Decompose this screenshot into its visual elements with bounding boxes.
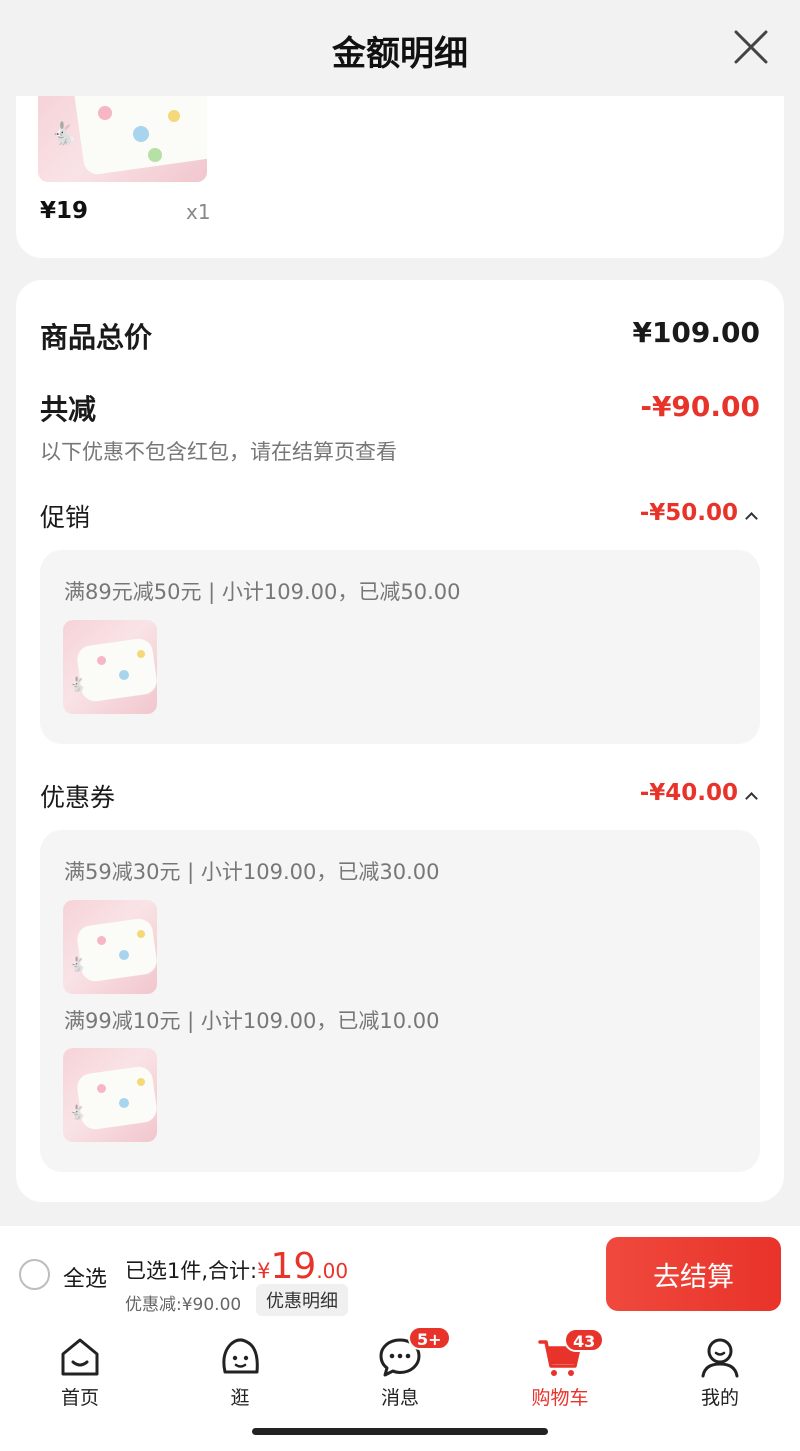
tab-label: 购物车: [531, 1387, 589, 1409]
total-integer: 19: [270, 1246, 317, 1287]
promotion-label: 促销: [40, 503, 91, 532]
rabbit-icon: 🐇: [69, 957, 87, 973]
tab-home[interactable]: 首页: [0, 1322, 160, 1422]
tab-cart[interactable]: 43 购物车: [480, 1322, 640, 1422]
item-quantity: x1: [186, 200, 211, 224]
coupon-toggle[interactable]: -¥40.00: [639, 780, 758, 806]
tab-label: 消息: [380, 1387, 419, 1409]
checkout-bar: 全选 已选1件,合计:¥19.00 优惠减:¥90.00 优惠明细 去结算: [0, 1226, 800, 1322]
reduce-value: -¥90.00: [640, 390, 760, 423]
select-all-label[interactable]: 全选: [63, 1261, 107, 1293]
promotion-rule: 满89元减50元 | 小计109.00，已减50.00: [64, 580, 461, 604]
page-title: 金额明细: [332, 34, 468, 74]
promotion-value: -¥50.00: [639, 500, 738, 526]
home-indicator: [252, 1428, 548, 1435]
total-summary: 已选1件,合计:¥19.00: [125, 1246, 348, 1287]
close-icon[interactable]: [732, 28, 770, 66]
tab-label: 逛: [230, 1387, 250, 1409]
header: 金额明细: [0, 0, 800, 96]
chevron-up-icon: [745, 792, 758, 805]
promotion-toggle[interactable]: -¥50.00: [639, 500, 758, 526]
message-badge: 5+: [408, 1326, 451, 1350]
tab-messages[interactable]: 5+ 消息: [320, 1322, 480, 1422]
promotion-box: 满89元减50元 | 小计109.00，已减50.00 🐇: [40, 550, 760, 744]
tab-profile[interactable]: 我的: [640, 1322, 800, 1422]
coupon-label: 优惠券: [40, 783, 116, 812]
rabbit-icon: 🐇: [69, 1105, 87, 1121]
browse-icon: [222, 1338, 259, 1374]
product-thumbnail[interactable]: 🐇: [63, 620, 157, 714]
coupon-rule: 满99减10元 | 小计109.00，已减10.00: [64, 1009, 440, 1033]
profile-icon: [701, 1338, 739, 1378]
currency-symbol: ¥: [257, 1259, 271, 1283]
rabbit-icon: 🐇: [50, 122, 78, 147]
total-label: 商品总价: [40, 321, 153, 354]
select-all-checkbox[interactable]: [19, 1259, 50, 1290]
checkout-button[interactable]: 去结算: [606, 1237, 781, 1311]
total-value: ¥109.00: [632, 316, 760, 349]
item-price: ¥19: [40, 198, 89, 224]
coupon-rule: 满59减30元 | 小计109.00，已减30.00: [64, 860, 440, 884]
home-icon: [61, 1338, 99, 1376]
tab-browse[interactable]: 逛: [160, 1322, 320, 1422]
reduce-label: 共减: [40, 393, 97, 426]
discount-note: 以下优惠不包含红包，请在结算页查看: [40, 440, 397, 464]
coupon-value: -¥40.00: [639, 780, 738, 806]
selected-count: 已选1件,合计:: [125, 1259, 258, 1283]
item-card: 🐇 ¥19 x1: [16, 96, 784, 258]
cart-badge: 43: [564, 1328, 605, 1352]
tab-label: 首页: [60, 1387, 99, 1409]
tab-label: 我的: [700, 1387, 739, 1409]
discount-summary: 优惠减:¥90.00: [125, 1295, 242, 1315]
product-thumbnail[interactable]: 🐇: [63, 900, 157, 994]
rabbit-icon: 🐇: [69, 677, 87, 693]
product-thumbnail[interactable]: 🐇: [38, 96, 207, 182]
amount-detail-card: 商品总价 ¥109.00 共减 -¥90.00 以下优惠不包含红包，请在结算页查…: [16, 280, 784, 1202]
total-decimal: .00: [316, 1259, 349, 1283]
chevron-up-icon: [745, 512, 758, 525]
coupon-box: 满59减30元 | 小计109.00，已减30.00 🐇 满99减10元 | 小…: [40, 830, 760, 1172]
discount-detail-button[interactable]: 优惠明细: [256, 1284, 348, 1316]
product-thumbnail[interactable]: 🐇: [63, 1048, 157, 1142]
